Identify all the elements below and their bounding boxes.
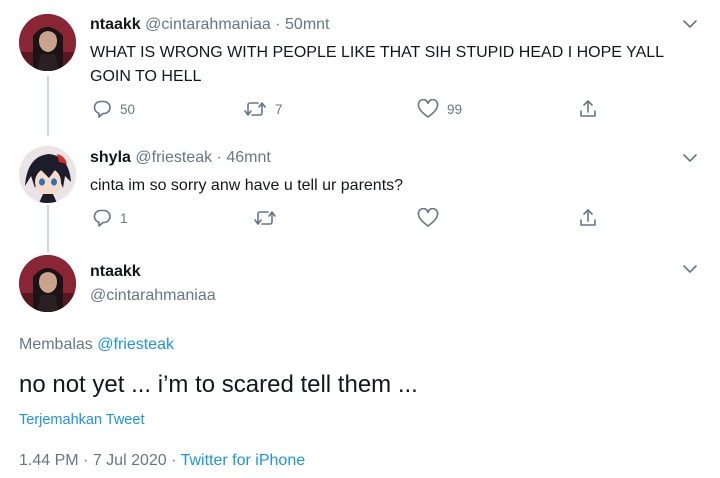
reply-icon	[93, 209, 111, 227]
retweet-icon	[244, 102, 266, 116]
avatar-ntaakk[interactable]	[19, 255, 76, 312]
tweet-text: WHAT IS WRONG WITH PEOPLE LIKE THAT SIH …	[90, 41, 710, 89]
thread-line	[47, 76, 49, 136]
reply-button[interactable]: 50	[92, 99, 135, 119]
reply-count: 1	[120, 210, 128, 226]
retweet-count: 7	[275, 101, 283, 117]
replying-prefix: Membalas	[19, 336, 93, 353]
separator: ·	[275, 16, 281, 33]
author-handle[interactable]: @friesteak	[135, 149, 212, 166]
tweet-time[interactable]: 1.44 PM	[19, 452, 79, 469]
chevron-down-icon[interactable]	[681, 149, 699, 167]
chevron-down-icon[interactable]	[681, 15, 699, 33]
reply-count: 50	[120, 101, 136, 117]
heart-icon	[417, 208, 439, 227]
replying-to: Membalas @friesteak	[19, 336, 174, 354]
replying-to-link[interactable]: @friesteak	[97, 336, 174, 353]
tweet-text-line: WHAT IS WRONG WITH PEOPLE LIKE THAT SIH …	[90, 44, 665, 61]
author-name[interactable]: ntaakk	[90, 16, 141, 33]
like-button[interactable]: 99	[417, 99, 462, 119]
tweet-time[interactable]: 46mnt	[226, 149, 270, 166]
tweet-meta: 1.44 PM · 7 Jul 2020 · Twitter for iPhon…	[19, 452, 305, 470]
avatar-ntaakk[interactable]	[19, 14, 76, 71]
share-icon	[580, 100, 596, 117]
reply-button[interactable]: 1	[92, 208, 128, 228]
tweet-text: cinta im so sorry anw have u tell ur par…	[90, 177, 404, 194]
retweet-button[interactable]	[253, 208, 277, 228]
author-handle[interactable]: @cintarahmaniaa	[145, 16, 271, 33]
share-icon	[580, 209, 596, 226]
thread-line	[47, 205, 49, 252]
author-name[interactable]: ntaakk	[90, 263, 141, 281]
share-button[interactable]	[578, 99, 598, 119]
avatar-image	[19, 14, 76, 71]
chevron-down-icon[interactable]	[681, 260, 699, 278]
share-button[interactable]	[578, 208, 598, 228]
main-tweet-text: no not yet ... i’m to scared tell them .…	[19, 371, 418, 398]
author-name[interactable]: shyla	[90, 149, 131, 166]
reply-icon	[93, 100, 111, 118]
separator: ·	[216, 149, 222, 166]
tweet-date[interactable]: 7 Jul 2020	[93, 452, 167, 469]
heart-icon	[417, 99, 439, 118]
like-count: 99	[447, 101, 463, 117]
retweet-icon	[254, 211, 276, 225]
like-button[interactable]	[417, 208, 439, 228]
avatar-image	[19, 255, 76, 312]
author-handle[interactable]: @cintarahmaniaa	[90, 287, 216, 305]
tweet-text-line: GOIN TO HELL	[90, 68, 202, 85]
retweet-button[interactable]: 7	[243, 99, 283, 119]
avatar-shyla[interactable]	[19, 146, 76, 203]
separator: ·	[83, 452, 89, 469]
translate-link[interactable]: Terjemahkan Tweet	[19, 412, 144, 428]
tweet-time[interactable]: 50mnt	[285, 16, 329, 33]
separator: ·	[171, 452, 177, 469]
avatar-image	[19, 146, 76, 203]
tweet-source-link[interactable]: Twitter for iPhone	[181, 452, 306, 469]
